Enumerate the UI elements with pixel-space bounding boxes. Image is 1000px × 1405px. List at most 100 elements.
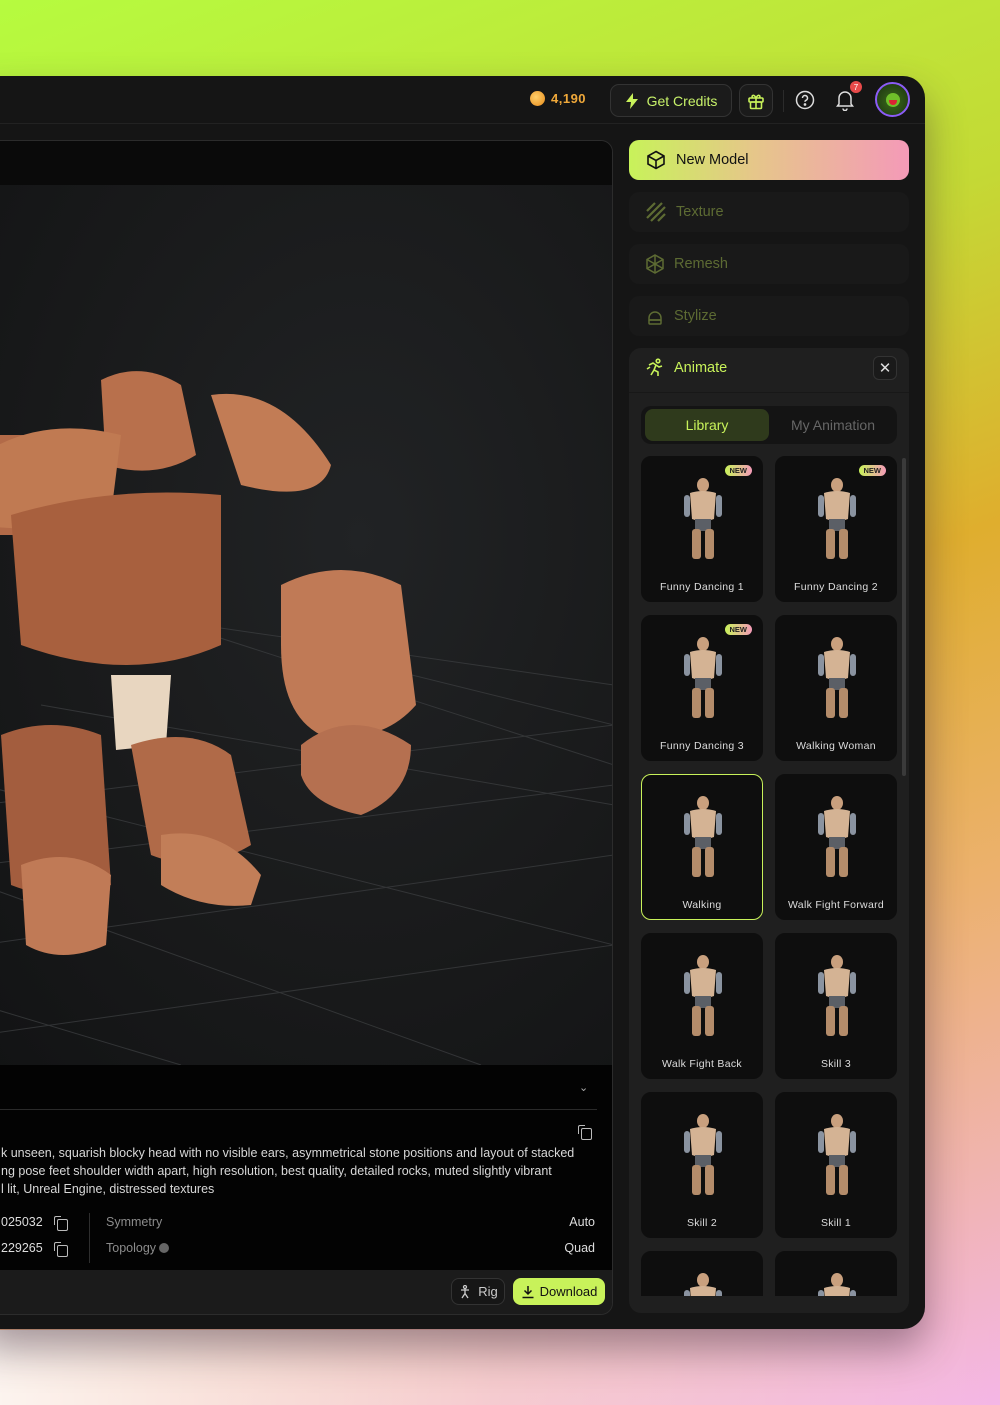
animation-card[interactable]: Skill 3 [775, 933, 897, 1079]
animation-card[interactable]: NEW Funny Dancing 3 [641, 615, 763, 761]
character-thumbnail [818, 1114, 856, 1195]
collapse-icon[interactable]: ⌄ [579, 1081, 588, 1094]
animation-label: Funny Dancing 2 [794, 581, 878, 593]
character-thumbnail [684, 637, 722, 718]
prompt-text: k unseen, squarish blocky head with no v… [0, 1144, 596, 1198]
new-badge: NEW [724, 465, 752, 476]
tool-remesh[interactable]: Remesh [629, 244, 909, 284]
animation-card[interactable] [775, 1251, 897, 1296]
copy-prompt-icon[interactable] [578, 1125, 592, 1140]
stylize-icon [648, 311, 662, 325]
animation-card[interactable]: NEW Funny Dancing 2 [775, 456, 897, 602]
animation-card[interactable] [641, 1251, 763, 1296]
character-thumbnail [684, 1114, 722, 1195]
animation-label: Walk Fight Back [662, 1058, 742, 1070]
viewer-header [0, 141, 612, 185]
action-bar: Rig Download [0, 1270, 612, 1314]
divider [783, 90, 784, 112]
prompt-line: ng pose feet shoulder width apart, high … [1, 1164, 552, 1178]
animation-label: Walk Fight Forward [787, 899, 885, 911]
3d-viewport[interactable] [0, 185, 612, 1065]
download-button[interactable]: Download [513, 1278, 605, 1305]
model-id-row: 025032 [1, 1215, 43, 1229]
animation-label: Skill 1 [820, 1217, 852, 1229]
bell-icon[interactable] [835, 89, 855, 111]
character-thumbnail [818, 478, 856, 559]
animation-label: Skill 2 [686, 1217, 718, 1229]
prompt-line: l lit, Unreal Engine, distressed texture… [1, 1182, 215, 1196]
symmetry-label-row: Symmetry [106, 1215, 162, 1229]
model-id: 025032 [1, 1215, 43, 1229]
divider [89, 1213, 90, 1263]
character-thumbnail [818, 955, 856, 1036]
tool-stylize[interactable]: Stylize [629, 296, 909, 336]
tool-label: Remesh [674, 256, 728, 272]
rig-button[interactable]: Rig [451, 1278, 505, 1305]
new-badge: NEW [724, 624, 752, 635]
task-id: 229265 [1, 1241, 43, 1255]
new-model-button[interactable]: New Model [629, 140, 909, 180]
remesh-icon [646, 254, 664, 274]
animate-title: Animate [674, 360, 728, 376]
credits-display: 4,190 [530, 91, 586, 106]
character-thumbnail [684, 478, 722, 559]
character-thumbnail [818, 796, 856, 877]
character-thumbnail [684, 1273, 722, 1296]
character-thumbnail [684, 796, 722, 877]
running-icon [646, 358, 663, 376]
animation-card[interactable]: Walking Woman [775, 615, 897, 761]
texture-icon [646, 202, 666, 222]
character-thumbnail [818, 1273, 856, 1296]
animation-label: Funny Dancing 1 [660, 581, 744, 593]
animation-label: Skill 3 [820, 1058, 852, 1070]
gift-button[interactable] [739, 84, 773, 117]
get-credits-label: Get Credits [646, 92, 718, 109]
viewport-canvas [0, 371, 612, 1065]
animation-card[interactable]: Walk Fight Forward [775, 774, 897, 920]
new-badge: NEW [858, 465, 886, 476]
animation-label: Walking [682, 899, 722, 911]
animation-tabs: Library My Animation [641, 406, 897, 444]
tool-label: Stylize [674, 308, 717, 324]
tab-my-animation[interactable]: My Animation [771, 409, 895, 441]
close-icon: ✕ [878, 360, 892, 377]
new-model-label: New Model [676, 152, 749, 168]
tool-label: Texture [676, 204, 724, 220]
golem-model [0, 371, 416, 955]
copy-id-icon[interactable] [54, 1242, 68, 1257]
model-info-panel: ⌄ k unseen, squarish blocky head with no… [0, 1065, 612, 1270]
animation-card[interactable]: Walk Fight Back [641, 933, 763, 1079]
top-bar: 4,190 Get Credits 7 [0, 76, 925, 124]
task-id-row: 229265 [1, 1241, 43, 1255]
close-button[interactable]: ✕ [873, 356, 897, 380]
tool-texture[interactable]: Texture [629, 192, 909, 232]
topology-label-row: Topology [106, 1241, 170, 1255]
help-icon[interactable] [795, 90, 815, 110]
app-window: 4,190 Get Credits 7 ⌄ k unseen, squarish… [0, 76, 925, 1329]
model-viewer: ⌄ k unseen, squarish blocky head with no… [0, 140, 613, 1315]
copy-id-icon[interactable] [54, 1216, 68, 1231]
character-thumbnail [818, 637, 856, 718]
symmetry-label: Symmetry [106, 1215, 163, 1229]
background-fade [0, 1330, 1000, 1405]
cube-icon [647, 150, 665, 170]
coin-icon [530, 91, 545, 106]
get-credits-button[interactable]: Get Credits [610, 84, 732, 117]
rig-icon [461, 1284, 470, 1298]
prompt-line: k unseen, squarish blocky head with no v… [1, 1146, 575, 1160]
tab-library[interactable]: Library [645, 409, 769, 441]
scrollbar[interactable] [902, 458, 906, 776]
animate-panel: Animate ✕ Library My Animation NEW Funny … [629, 348, 909, 1313]
lightning-icon [625, 92, 638, 109]
symmetry-value: Auto [569, 1215, 595, 1229]
animation-card[interactable]: Skill 2 [641, 1092, 763, 1238]
avatar[interactable] [875, 82, 910, 117]
download-label: Download [539, 1284, 598, 1299]
animation-card[interactable]: NEW Funny Dancing 1 [641, 456, 763, 602]
animation-card[interactable]: Skill 1 [775, 1092, 897, 1238]
topology-value: Quad [564, 1241, 595, 1255]
animation-card[interactable]: Walking [641, 774, 763, 920]
info-icon[interactable] [159, 1243, 170, 1253]
download-icon [522, 1285, 534, 1298]
animation-label: Funny Dancing 3 [660, 740, 744, 752]
